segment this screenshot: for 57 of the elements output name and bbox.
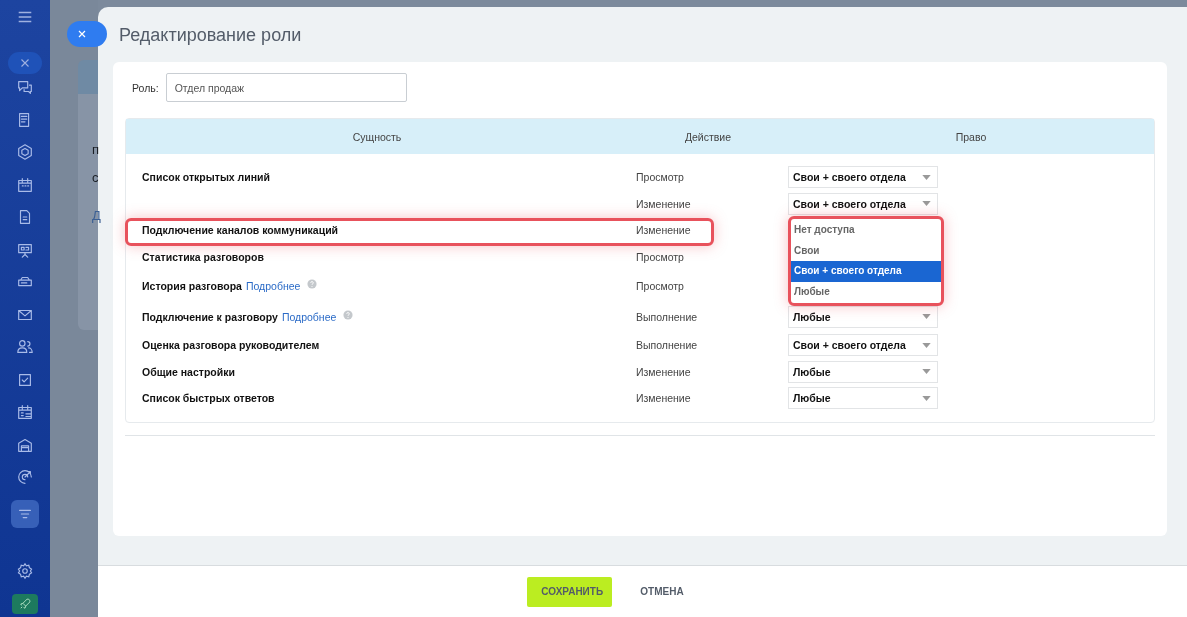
entity-name: Общие настройки [142, 365, 235, 378]
action-text: Изменение [636, 365, 691, 378]
save-button[interactable]: СОХРАНИТЬ [527, 576, 613, 607]
permission-select[interactable]: Свои + своего отдела [788, 334, 938, 357]
action-text: Изменение [636, 224, 691, 237]
action-text: Просмотр [636, 171, 684, 184]
settings-icon[interactable] [16, 562, 34, 580]
action-text: Изменение [636, 392, 691, 405]
hexagon-icon [16, 143, 34, 161]
action-text: Просмотр [636, 250, 684, 263]
caret-icon [922, 201, 931, 207]
schedule-icon [16, 403, 34, 421]
entity-name: Список быстрых ответов [142, 392, 275, 405]
column-header: Действие [683, 130, 733, 143]
background-text: с [92, 170, 99, 186]
entity-name: Оценка разговора руководителем [142, 339, 320, 352]
entity-name: Подключение к разговору [142, 310, 278, 323]
action-text: Изменение [636, 197, 691, 210]
entity-name: Подключение каналов коммуникаций [142, 224, 339, 237]
chat-icon [16, 78, 34, 96]
entity-name: Статистика разговоров [142, 250, 264, 263]
caret-icon [922, 314, 931, 319]
role-label: Роль: [132, 81, 159, 94]
dropdown-option[interactable]: Нет доступа [791, 220, 941, 241]
caret-icon [922, 174, 931, 180]
rocket-button[interactable] [12, 594, 38, 614]
dropdown-option[interactable]: Любые [791, 281, 941, 302]
caret-icon [922, 342, 931, 348]
calendar-icon [16, 175, 34, 194]
details-link[interactable]: Подробнее [281, 310, 337, 323]
action-text: Просмотр [636, 279, 684, 292]
entity-name: История разговора [142, 279, 242, 292]
role-field[interactable]: Отдел продаж [165, 73, 407, 102]
caret-icon [922, 369, 931, 375]
permission-select[interactable]: Любые [788, 305, 938, 328]
people-icon [16, 338, 34, 356]
column-header: Право [954, 130, 988, 143]
action-text: Выполнение [636, 339, 698, 352]
permission-select[interactable]: Свои + своего отдела [788, 192, 938, 215]
details-link[interactable]: Подробнее [245, 279, 301, 292]
close-button[interactable] [67, 21, 107, 47]
permission-select[interactable]: Любые [788, 360, 938, 383]
action-text: Выполнение [636, 310, 698, 323]
dropdown-option[interactable]: Свои + своего отдела [791, 261, 941, 282]
permission-select[interactable]: Любые [788, 387, 938, 410]
dropdown-option[interactable]: Свои [791, 240, 941, 261]
column-header: Сущность [351, 130, 403, 143]
rocket-icon [18, 597, 32, 611]
close-icon [76, 28, 88, 40]
target-icon [16, 468, 34, 486]
cancel-button[interactable]: ОТМЕНА [626, 576, 698, 607]
permission-select[interactable]: Свои + своего отдела [788, 166, 938, 189]
entity-name: Список открытых линий [142, 171, 270, 184]
sidebar-item[interactable] [11, 500, 39, 528]
caret-icon [922, 395, 931, 401]
background-text: п [92, 142, 100, 158]
panel-title: Редактирование роли [118, 24, 303, 47]
